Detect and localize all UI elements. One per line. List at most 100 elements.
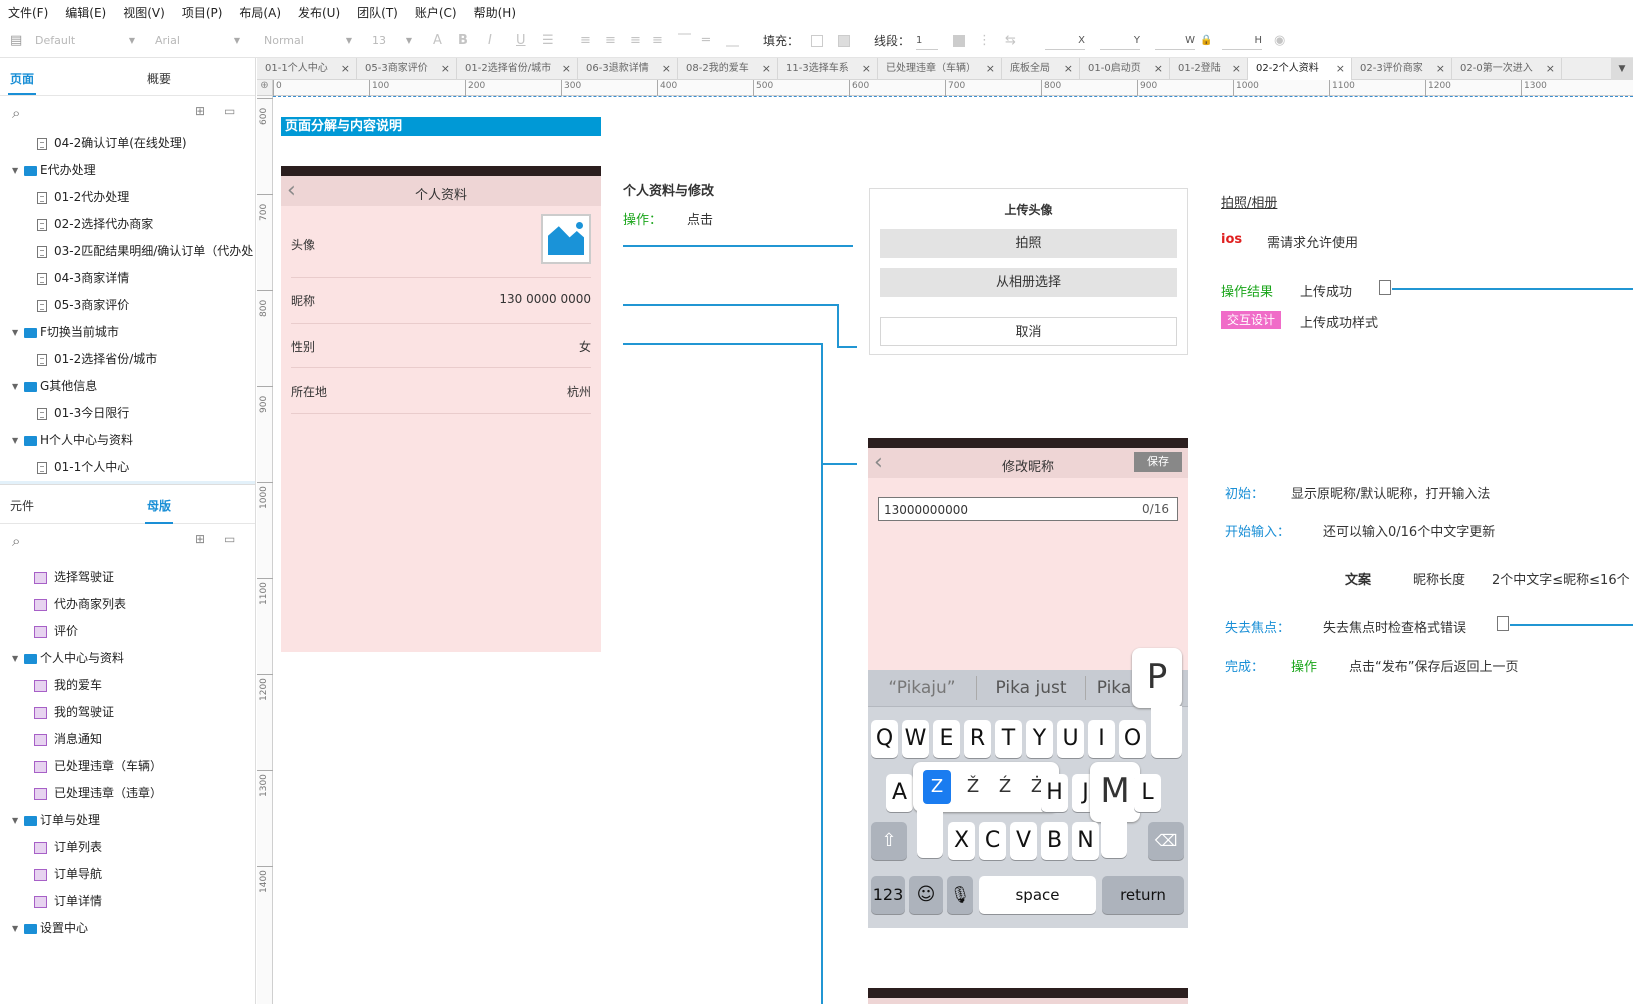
- design-canvas[interactable]: 页面分解与内容说明 ‹ 个人资料 头像 昵称 130 0000 0000 性别: [274, 97, 1633, 1004]
- h-field[interactable]: H: [1222, 34, 1262, 50]
- add-master-icon[interactable]: ⊞: [195, 532, 205, 546]
- add-folder-icon[interactable]: ▭: [224, 104, 235, 118]
- arrow-style-icon[interactable]: ⇆: [1005, 32, 1016, 50]
- z-variant-selected[interactable]: Z: [923, 770, 951, 804]
- keyboard-key[interactable]: U: [1057, 720, 1084, 758]
- size-select[interactable]: 13 ▼: [372, 31, 412, 51]
- suggestion-item[interactable]: “Pikaju”: [868, 670, 976, 706]
- document-tab[interactable]: 01-1个人中心 ×: [257, 58, 357, 80]
- add-page-icon[interactable]: ⊞: [195, 104, 205, 118]
- align-right-icon[interactable]: ≡: [630, 32, 641, 50]
- stroke-width-field[interactable]: 1: [916, 34, 938, 50]
- document-tab[interactable]: 08-2我的爱车 ×: [678, 58, 778, 80]
- close-icon[interactable]: ×: [1436, 58, 1445, 80]
- save-button[interactable]: 保存: [1134, 452, 1182, 472]
- tree-item[interactable]: 订单导航: [0, 861, 255, 888]
- key-l[interactable]: L: [1134, 774, 1161, 812]
- italic-icon[interactable]: I: [488, 32, 492, 50]
- add-folder-icon[interactable]: ▭: [224, 532, 235, 546]
- menu-item[interactable]: 编辑(E): [65, 4, 106, 21]
- tree-item[interactable]: 01-2代办处理: [0, 184, 255, 211]
- close-icon[interactable]: ×: [662, 58, 671, 80]
- underline-icon[interactable]: U: [516, 32, 526, 50]
- close-icon[interactable]: ×: [441, 58, 450, 80]
- nickname-row[interactable]: 昵称 130 0000 0000: [291, 278, 591, 324]
- tree-item[interactable]: ▼ 订单与处理: [0, 807, 255, 834]
- note-icon[interactable]: [1497, 616, 1509, 631]
- tree-item[interactable]: 代办商家列表: [0, 591, 255, 618]
- stroke-pattern-icon[interactable]: ⋮: [978, 32, 991, 50]
- bullet-list-icon[interactable]: ☰: [542, 32, 554, 50]
- chevron-down-icon[interactable]: ▼: [12, 427, 18, 454]
- key-h[interactable]: H: [1041, 774, 1068, 812]
- take-photo-button[interactable]: 拍照: [880, 229, 1177, 258]
- document-tab[interactable]: 11-3选择车系 ×: [778, 58, 878, 80]
- document-tab[interactable]: 02-0第一次进入 ×: [1452, 58, 1562, 80]
- close-icon[interactable]: ×: [762, 58, 771, 80]
- tree-item[interactable]: 02-2选择代办商家: [0, 211, 255, 238]
- close-icon[interactable]: ×: [1336, 58, 1345, 80]
- bold-icon[interactable]: B: [458, 32, 468, 50]
- close-icon[interactable]: ×: [341, 58, 350, 80]
- keyboard-key[interactable]: Q: [871, 720, 898, 758]
- font-color-icon[interactable]: A: [433, 32, 442, 50]
- close-icon[interactable]: ×: [1154, 58, 1163, 80]
- tab-outline[interactable]: 概要: [147, 70, 171, 87]
- visibility-icon[interactable]: ◉: [1274, 32, 1285, 50]
- fill-shadow-swatch[interactable]: [838, 35, 850, 47]
- justify-icon[interactable]: ≡: [652, 32, 663, 50]
- tab-pages[interactable]: 页面: [10, 70, 34, 87]
- menu-item[interactable]: 项目(P): [182, 4, 223, 21]
- document-tab[interactable]: 02-3评价商家 ×: [1352, 58, 1452, 80]
- valign-bottom-icon[interactable]: ⎽: [726, 32, 739, 50]
- space-key[interactable]: space: [979, 876, 1096, 914]
- tree-item[interactable]: ▼ 个人中心与资料: [0, 645, 255, 672]
- chevron-down-icon[interactable]: ▼: [12, 319, 18, 346]
- keyboard-key[interactable]: C: [979, 822, 1006, 860]
- z-variant[interactable]: Ž: [959, 770, 987, 804]
- chevron-down-icon[interactable]: ▼: [12, 915, 18, 942]
- gender-row[interactable]: 性别 女: [291, 324, 591, 368]
- tree-item[interactable]: 我的爱车: [0, 672, 255, 699]
- valign-middle-icon[interactable]: ═: [702, 32, 710, 50]
- tree-item[interactable]: ▼ F切换当前城市: [0, 319, 255, 346]
- tree-item[interactable]: 已处理违章（违章）: [0, 780, 255, 807]
- keyboard-key[interactable]: Y: [1026, 720, 1053, 758]
- menu-item[interactable]: 视图(V): [123, 4, 165, 21]
- backspace-icon[interactable]: ⌫: [1148, 822, 1184, 860]
- menu-item[interactable]: 文件(F): [8, 4, 48, 21]
- w-field[interactable]: W: [1155, 34, 1195, 50]
- tree-item[interactable]: 01-2选择省份/城市: [0, 346, 255, 373]
- fill-color-swatch[interactable]: [811, 35, 823, 47]
- shift-icon[interactable]: ⇧: [871, 822, 907, 860]
- avatar-image-icon[interactable]: [541, 214, 591, 264]
- style-icon[interactable]: ▤: [10, 32, 22, 50]
- chevron-down-icon[interactable]: ▼: [12, 373, 18, 400]
- tree-item[interactable]: 03-2匹配结果明细/确认订单（代办处: [0, 238, 255, 265]
- cancel-button[interactable]: 取消: [880, 317, 1177, 346]
- ruler-corner-icon[interactable]: ⊕: [257, 80, 273, 96]
- y-field[interactable]: Y: [1100, 34, 1140, 50]
- keyboard-key[interactable]: V: [1010, 822, 1037, 860]
- emoji-icon[interactable]: ☺: [909, 876, 943, 914]
- note-icon[interactable]: [1379, 280, 1391, 295]
- weight-select[interactable]: Normal ▼: [264, 31, 352, 51]
- tabs-overflow-icon[interactable]: ▼: [1611, 58, 1633, 80]
- keyboard-key[interactable]: T: [995, 720, 1022, 758]
- document-tab[interactable]: 01-2登陆 ×: [1170, 58, 1248, 80]
- numbers-key[interactable]: 123: [871, 876, 905, 914]
- style-select[interactable]: Default ▼: [35, 31, 135, 51]
- close-icon[interactable]: ×: [1232, 58, 1241, 80]
- close-icon[interactable]: ×: [1546, 58, 1555, 80]
- menu-item[interactable]: 布局(A): [239, 4, 281, 21]
- tab-widgets[interactable]: 元件: [10, 497, 34, 514]
- document-tab[interactable]: 底板全局 ×: [1002, 58, 1080, 80]
- key-a[interactable]: A: [886, 774, 913, 812]
- document-tab[interactable]: 02-2个人资料 ×: [1248, 58, 1352, 80]
- document-tab[interactable]: 01-2选择省份/城市 ×: [457, 58, 578, 80]
- close-icon[interactable]: ×: [862, 58, 871, 80]
- location-row[interactable]: 所在地 杭州: [291, 368, 591, 414]
- tree-item[interactable]: 05-3商家评价: [0, 292, 255, 319]
- document-tab[interactable]: 05-3商家评价 ×: [357, 58, 457, 80]
- menu-item[interactable]: 账户(C): [415, 4, 457, 21]
